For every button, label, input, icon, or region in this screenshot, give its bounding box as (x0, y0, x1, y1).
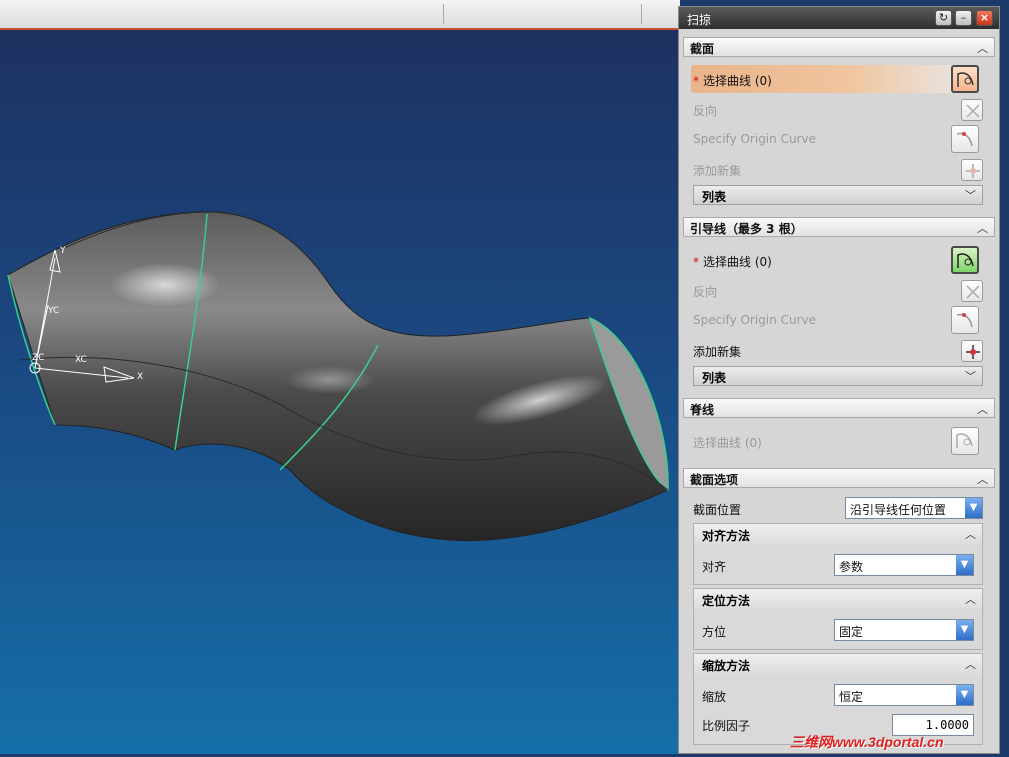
chevron-up-icon[interactable]: ︿ (977, 471, 988, 487)
scaling-header[interactable]: 缩放方法 ︿ (694, 654, 982, 676)
dropdown-arrow-icon[interactable]: ▼ (965, 498, 982, 518)
section-origin-label: Specify Origin Curve (693, 132, 816, 146)
dialog-title: 扫掠 (687, 13, 712, 27)
orientation-box: 定位方法 ︿ 方位 固定 ▼ (693, 588, 983, 650)
origin-curve-icon[interactable] (951, 306, 979, 334)
guide-list-toggle[interactable]: 列表 ﹀ (693, 366, 983, 386)
guide-origin-label: Specify Origin Curve (693, 313, 816, 327)
alignment-box: 对齐方法 ︿ 对齐 参数 ▼ (693, 523, 983, 585)
guide-curve-icon[interactable] (951, 246, 979, 274)
chevron-down-icon[interactable]: ﹀ (965, 187, 976, 203)
alignment-header[interactable]: 对齐方法 ︿ (694, 524, 982, 546)
add-set-icon[interactable] (961, 159, 983, 181)
chevron-up-icon[interactable]: ︿ (965, 526, 976, 542)
section-list-toggle[interactable]: 列表 ﹀ (693, 185, 983, 205)
axis-label-zc: ZC (32, 353, 44, 363)
chevron-up-icon[interactable]: ︿ (977, 220, 988, 236)
watermark: 三维网www.3dportal.cn (790, 734, 944, 750)
add-set-icon[interactable] (961, 340, 983, 362)
section-add-set-label: 添加新集 (693, 164, 742, 178)
reset-button[interactable]: ↻ (935, 10, 952, 26)
orientation-select[interactable]: 固定 ▼ (834, 619, 974, 641)
spine-select-curve-label[interactable]: 选择曲线 (0) (693, 434, 762, 451)
axis-label-x: X (137, 372, 143, 382)
scale-factor-label: 比例因子 (702, 719, 751, 733)
origin-curve-icon[interactable] (951, 125, 979, 153)
guide-select-curve-label[interactable]: * 选择曲线 (0) (693, 253, 772, 270)
section-select-curve-label[interactable]: * 选择曲线 (0) (693, 72, 772, 89)
dropdown-arrow-icon[interactable]: ▼ (956, 685, 973, 705)
axis-label-y: Y (59, 246, 66, 256)
reverse-direction-icon[interactable] (961, 280, 983, 302)
sweep-dialog: 扫掠 ↻ – × 截面 ︿ * 选择曲线 (0) 反向 Specify Origi… (678, 6, 1000, 754)
chevron-up-icon[interactable]: ︿ (965, 656, 976, 672)
dropdown-arrow-icon[interactable]: ▼ (956, 555, 973, 575)
guide-reverse-label: 反向 (693, 285, 718, 299)
chevron-up-icon[interactable]: ︿ (977, 40, 988, 56)
guide-add-set-label: 添加新集 (693, 345, 742, 359)
options-group-header[interactable]: 截面选项 ︿ (683, 468, 995, 488)
close-button[interactable]: × (976, 10, 993, 26)
alignment-select[interactable]: 参数 ▼ (834, 554, 974, 576)
section-reverse-label: 反向 (693, 104, 718, 118)
chevron-down-icon[interactable]: ﹀ (965, 368, 976, 384)
axis-label-yc: YC (47, 306, 59, 316)
dialog-titlebar[interactable]: 扫掠 ↻ – × (679, 7, 999, 29)
chevron-up-icon[interactable]: ︿ (977, 401, 988, 417)
guide-group-header[interactable]: 引导线（最多 3 根） ︿ (683, 217, 995, 237)
viewport-canvas[interactable]: Y YC ZC XC X (0, 0, 680, 754)
reverse-direction-icon[interactable] (961, 99, 983, 121)
minimize-button[interactable]: – (955, 10, 972, 26)
scaling-label: 缩放 (702, 690, 727, 704)
section-position-label: 截面位置 (693, 503, 742, 517)
chevron-up-icon[interactable]: ︿ (965, 591, 976, 607)
section-group-header[interactable]: 截面 ︿ (683, 37, 995, 57)
graphics-viewport[interactable]: Y YC ZC XC X (0, 0, 680, 754)
section-position-select[interactable]: 沿引导线任何位置 ▼ (845, 497, 983, 519)
alignment-label: 对齐 (702, 560, 727, 574)
axis-label-xc: XC (75, 355, 87, 365)
dropdown-arrow-icon[interactable]: ▼ (956, 620, 973, 640)
orientation-header[interactable]: 定位方法 ︿ (694, 589, 982, 611)
orientation-label: 方位 (702, 625, 727, 639)
top-toolbar-strip (0, 0, 680, 30)
spine-group-header[interactable]: 脊线 ︿ (683, 398, 995, 418)
scaling-select[interactable]: 恒定 ▼ (834, 684, 974, 706)
spine-curve-icon[interactable] (951, 427, 979, 455)
section-curve-icon[interactable] (951, 65, 979, 93)
